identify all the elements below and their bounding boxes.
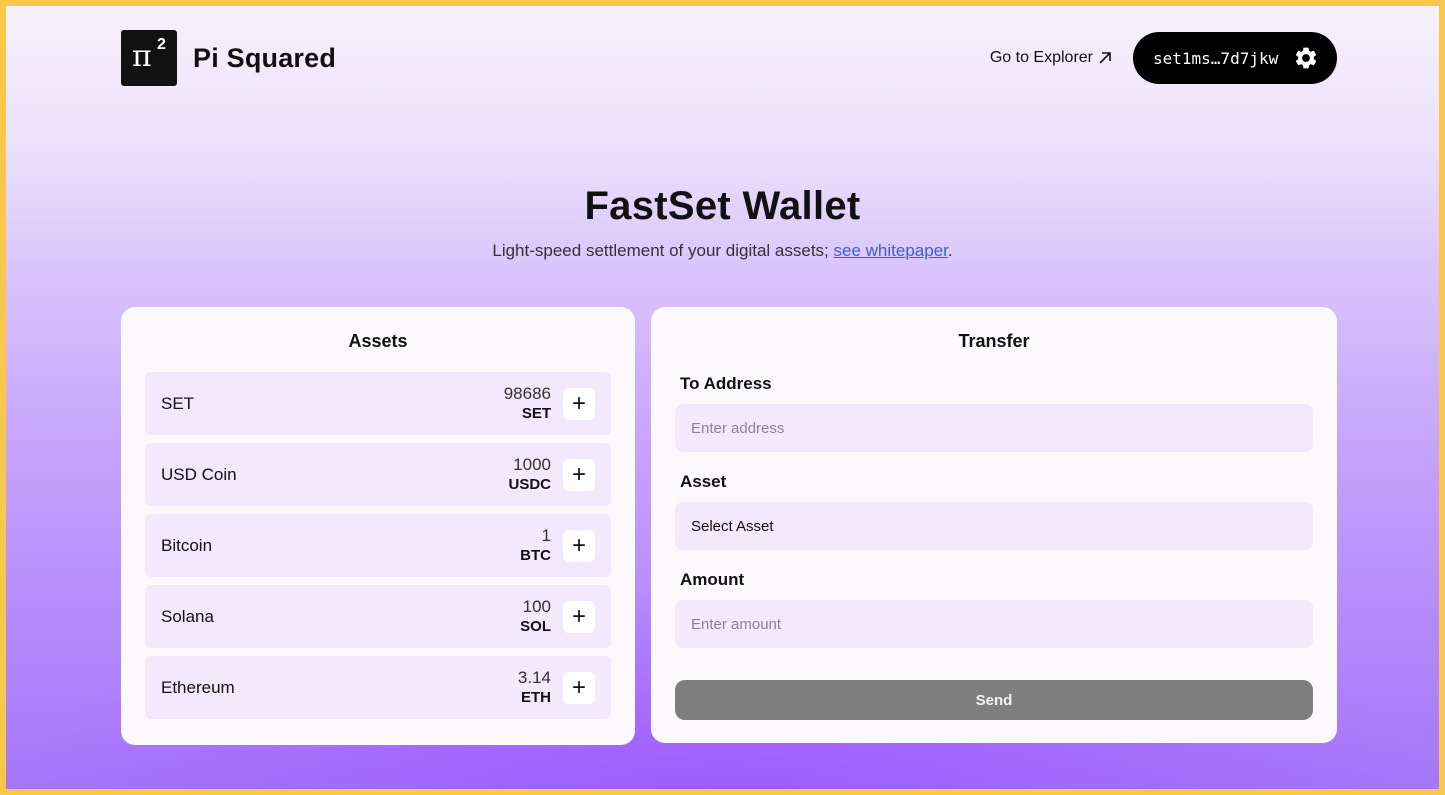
asset-amount: 1000	[513, 454, 551, 474]
amount-field-group: Amount	[675, 570, 1313, 648]
asset-row-btc: Bitcoin 1 BTC +	[145, 514, 611, 577]
asset-name: Bitcoin	[161, 535, 213, 555]
add-sol-button[interactable]: +	[563, 600, 595, 633]
asset-balance-group: 98686 SET +	[504, 384, 595, 424]
add-eth-button[interactable]: +	[563, 671, 595, 704]
asset-symbol: USDC	[508, 475, 551, 493]
asset-amount: 3.14	[517, 667, 551, 687]
wallet-address-button[interactable]: set1ms…7d7jkw	[1133, 32, 1337, 84]
asset-name: Ethereum	[161, 677, 235, 697]
asset-list: SET 98686 SET + USD Coin 1000 USDC + Bit…	[145, 372, 611, 719]
gear-icon[interactable]	[1293, 45, 1319, 71]
brand-name: Pi Squared	[193, 42, 337, 73]
asset-balance-group: 100 SOL +	[520, 597, 595, 637]
asset-amount: 100	[522, 596, 551, 616]
subtitle-text: Light-speed settlement of your digital a…	[492, 241, 834, 260]
wallet-address: set1ms…7d7jkw	[1153, 48, 1279, 68]
pi-squared-logo: π 2	[121, 30, 177, 86]
asset-symbol: SET	[521, 404, 551, 422]
page-title: FastSet Wallet	[584, 184, 861, 228]
amount-input[interactable]	[675, 600, 1313, 648]
to-address-input[interactable]	[675, 404, 1313, 452]
logo-superscript: 2	[157, 36, 166, 53]
brand[interactable]: π 2 Pi Squared	[121, 30, 336, 86]
plus-icon: +	[571, 460, 586, 488]
asset-symbol: ETH	[521, 688, 551, 706]
add-set-button[interactable]: +	[563, 387, 595, 420]
page-subtitle: Light-speed settlement of your digital a…	[6, 241, 1439, 261]
asset-name: Solana	[161, 606, 214, 626]
asset-symbol: SOL	[520, 617, 551, 635]
asset-name: USD Coin	[161, 464, 237, 484]
asset-balance-group: 1 BTC +	[520, 526, 595, 566]
plus-icon: +	[571, 602, 586, 630]
add-usdc-button[interactable]: +	[563, 458, 595, 491]
asset-amount: 1	[541, 525, 551, 545]
asset-balance: 1 BTC	[520, 526, 551, 566]
to-address-field-group: To Address	[675, 374, 1313, 452]
amount-label: Amount	[680, 570, 745, 589]
to-address-label: To Address	[680, 374, 772, 393]
hero-section: FastSet Wallet Light-speed settlement of…	[6, 184, 1439, 261]
plus-icon: +	[571, 673, 586, 701]
arrow-up-right-icon	[1099, 52, 1111, 64]
whitepaper-link[interactable]: see whitepaper	[834, 241, 948, 260]
asset-label: Asset	[680, 472, 727, 491]
asset-field-group: Asset Select Asset	[675, 472, 1313, 550]
asset-balance: 100 SOL	[520, 597, 551, 637]
header-actions: Go to Explorer set1ms…7d7jkw	[990, 32, 1337, 84]
asset-amount: 98686	[503, 383, 551, 403]
add-btc-button[interactable]: +	[563, 529, 595, 562]
transfer-card: Transfer To Address Asset Select Asset A…	[651, 307, 1337, 743]
logo-pi-glyph: π	[132, 39, 152, 74]
top-header: π 2 Pi Squared Go to Explorer set1ms…7d7…	[121, 30, 1337, 86]
asset-row-usdc: USD Coin 1000 USDC +	[145, 443, 611, 506]
asset-row-set: SET 98686 SET +	[145, 372, 611, 435]
plus-icon: +	[571, 389, 586, 417]
subtitle-suffix: .	[947, 241, 953, 260]
asset-row-eth: Ethereum 3.14 ETH +	[145, 656, 611, 719]
plus-icon: +	[571, 531, 586, 559]
asset-row-sol: Solana 100 SOL +	[145, 585, 611, 648]
assets-card: Assets SET 98686 SET + USD Coin 1000 USD…	[121, 307, 635, 745]
go-to-explorer-link[interactable]: Go to Explorer	[990, 49, 1113, 67]
asset-balance-group: 1000 USDC +	[508, 455, 595, 495]
transfer-title: Transfer	[958, 331, 1030, 351]
assets-title: Assets	[348, 331, 408, 351]
asset-balance: 98686 SET	[504, 384, 551, 424]
explorer-link-label: Go to Explorer	[989, 49, 1093, 66]
asset-symbol: BTC	[520, 546, 551, 564]
asset-select[interactable]: Select Asset	[675, 502, 1313, 550]
asset-name: SET	[161, 393, 195, 413]
send-button[interactable]: Send	[675, 680, 1313, 720]
asset-balance: 3.14 ETH	[518, 668, 551, 708]
asset-select-value: Select Asset	[691, 517, 774, 535]
asset-balance: 1000 USDC	[508, 455, 551, 495]
asset-balance-group: 3.14 ETH +	[518, 668, 595, 708]
